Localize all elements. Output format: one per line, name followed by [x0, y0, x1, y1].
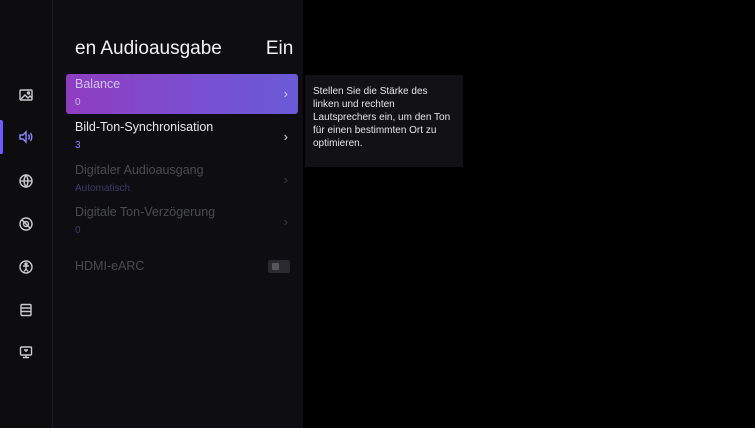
- menu-item-label: Bild-Ton-Synchronisation: [75, 120, 214, 134]
- hdmi-earc-toggle[interactable]: [268, 260, 290, 273]
- page-title: en Audioausgabe Ein: [75, 34, 305, 64]
- storage-icon[interactable]: [17, 301, 35, 319]
- menu-item-label: Digitaler Audioausgang: [75, 163, 204, 177]
- chevron-right-icon: ›: [283, 172, 288, 187]
- system-icon[interactable]: [17, 343, 35, 361]
- menu-item-digital-audio-out[interactable]: Digitaler Audioausgang Automatisch ›: [66, 160, 298, 200]
- menu-item-balance[interactable]: Balance 0 ›: [66, 74, 298, 114]
- help-description-text: Stellen Sie die Stärke des linken und re…: [313, 86, 451, 149]
- sound-icon[interactable]: [17, 128, 35, 146]
- toggle-knob: [272, 263, 279, 270]
- sidebar-active-indicator: [0, 120, 3, 154]
- menu-item-value: Automatisch: [75, 183, 131, 194]
- chevron-right-icon: ›: [283, 214, 288, 229]
- menu-item-label: Balance: [75, 77, 121, 91]
- accessibility-icon[interactable]: [17, 258, 35, 276]
- menu-item-av-sync[interactable]: Bild-Ton-Synchronisation 3 ›: [66, 117, 298, 157]
- menu-item-value: 0: [75, 225, 81, 236]
- help-description-panel: Stellen Sie die Stärke des linken und re…: [305, 75, 463, 167]
- picture-icon[interactable]: [17, 86, 35, 104]
- settings-icon[interactable]: [17, 215, 35, 233]
- menu-item-digital-audio-delay[interactable]: Digitale Ton-Verzögerung 0 ›: [66, 202, 298, 242]
- page-title-suffix: Ein: [265, 38, 294, 59]
- page-title-text: en Audioausgabe: [75, 38, 222, 59]
- settings-sidebar: [0, 0, 52, 428]
- menu-item-label: Digitale Ton-Verzögerung: [75, 205, 216, 219]
- hdmi-earc-label: HDMI-eARC: [75, 259, 145, 273]
- network-icon[interactable]: [17, 172, 35, 190]
- menu-item-value: 0: [75, 97, 81, 108]
- chevron-right-icon: ›: [283, 86, 288, 101]
- menu-item-value: 3: [75, 140, 81, 151]
- chevron-right-icon: ›: [283, 129, 288, 144]
